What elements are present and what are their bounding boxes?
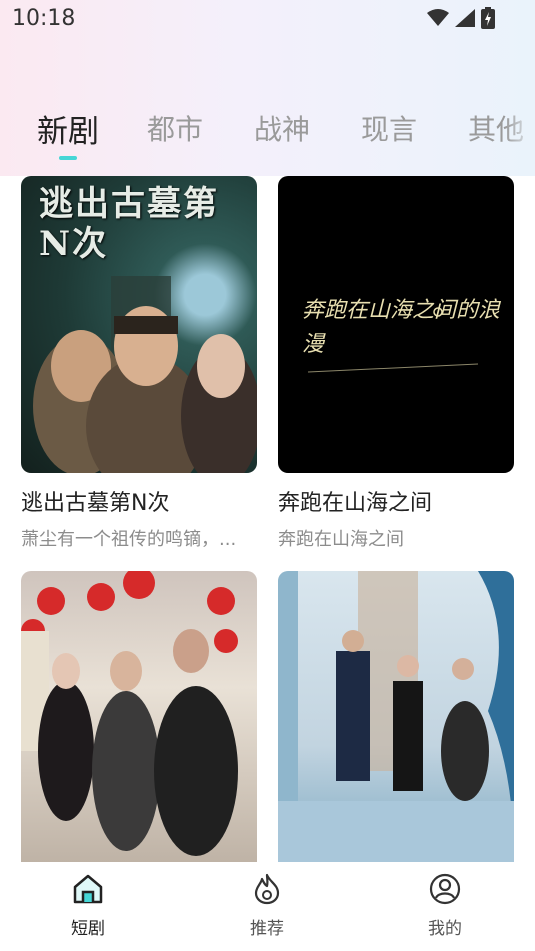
- user-icon: [429, 873, 461, 905]
- signal-icon: [455, 9, 475, 27]
- battery-icon: [481, 7, 495, 29]
- bottom-navigation: 短剧 推荐 我的: [0, 862, 535, 951]
- poster-title-art: 逃出古墓第N次: [39, 184, 219, 264]
- nav-label: 短剧: [71, 919, 105, 939]
- card-description: 奔跑在山海之间: [278, 529, 404, 550]
- nav-mine[interactable]: 我的: [400, 872, 490, 939]
- card-description: 萧尘有一个祖传的鸣镝，...: [21, 529, 237, 550]
- nav-label: 推荐: [250, 919, 284, 939]
- drama-card[interactable]: [278, 571, 514, 862]
- poster-illustration: [21, 571, 238, 856]
- status-icons: [427, 6, 495, 30]
- poster-mountain-sea[interactable]: 奔跑在山海之间的浪漫: [278, 176, 514, 473]
- active-tab-indicator: [59, 156, 77, 160]
- sun-doodle-icon: [307, 307, 479, 373]
- poster-illustration: [278, 571, 514, 862]
- status-time: 10:18: [12, 6, 76, 31]
- tab-urban[interactable]: 都市: [147, 108, 203, 148]
- tab-war-god[interactable]: 战神: [254, 108, 310, 148]
- wifi-icon: [427, 9, 449, 26]
- nav-shorts[interactable]: 短剧: [43, 872, 133, 939]
- drama-card[interactable]: [21, 571, 257, 862]
- drama-card[interactable]: 奔跑在山海之间的浪漫 奔跑在山海之间 奔跑在山海之间: [278, 176, 514, 551]
- tab-new[interactable]: 新剧: [37, 106, 99, 151]
- drama-card[interactable]: 逃出古墓第N次 逃出古墓第N次 萧尘有一个祖传的鸣镝，...: [21, 176, 257, 551]
- poster-mall-scene[interactable]: [21, 571, 257, 862]
- nav-label: 我的: [428, 919, 462, 939]
- poster-tomb-escape[interactable]: 逃出古墓第N次: [21, 176, 257, 473]
- category-tabs: 新剧 都市 战神 现言 其他: [0, 100, 535, 170]
- nav-recommend[interactable]: 推荐: [222, 872, 312, 939]
- poster-runway-scene[interactable]: [278, 571, 514, 862]
- home-icon: [73, 874, 103, 904]
- tab-romance[interactable]: 现言: [361, 108, 417, 148]
- card-title: 逃出古墓第N次: [21, 491, 170, 516]
- flame-icon: [254, 873, 280, 905]
- status-bar: 10:18: [0, 0, 535, 40]
- tabs-fade: [505, 100, 535, 160]
- card-title: 奔跑在山海之间: [278, 491, 433, 516]
